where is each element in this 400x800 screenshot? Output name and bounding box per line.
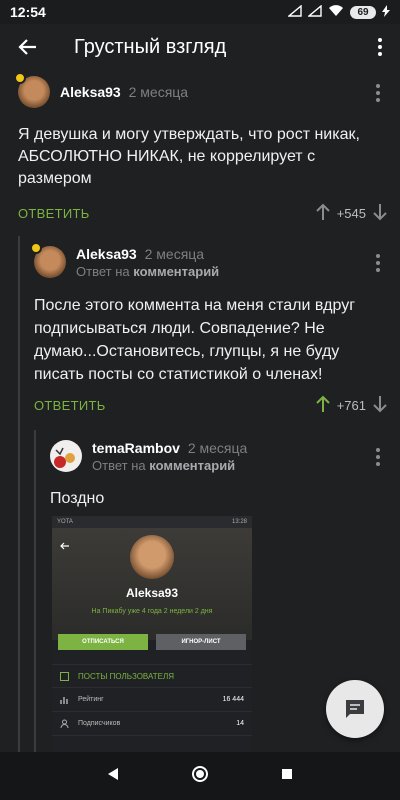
more-vert-icon	[370, 38, 390, 56]
comment-menu-button[interactable]	[368, 254, 388, 272]
image-rating-value: 16 444	[222, 696, 244, 703]
image-posts-icon	[60, 671, 70, 681]
more-menu-button[interactable]	[360, 38, 400, 56]
image-back-icon	[60, 538, 70, 556]
comment-image[interactable]: YOTA 13:28 Aleksa93 На Пикабу уже 4 года…	[52, 516, 252, 752]
reply-button[interactable]: ОТВЕТИТЬ	[18, 206, 90, 221]
avatar-illustration-icon	[54, 447, 75, 468]
arrow-left-icon	[18, 39, 36, 55]
arrow-up-icon	[315, 395, 330, 412]
image-rating-label: Рейтинг	[78, 696, 104, 703]
avatar[interactable]	[50, 440, 82, 472]
comment-author[interactable]: Aleksa93	[76, 246, 137, 262]
comment: Aleksa93 2 месяца Я девушка и могу утвер…	[14, 72, 388, 228]
comment-author[interactable]: temaRambov	[92, 440, 180, 456]
thread-line	[18, 236, 20, 752]
comment-author[interactable]: Aleksa93	[60, 84, 121, 100]
image-avatar	[130, 535, 174, 579]
image-posts-row: ПОСТЫ ПОЛЬЗОВАТЕЛЯ	[52, 664, 252, 688]
comment-header: Aleksa93 2 месяца Ответ на комментарий	[30, 242, 388, 282]
charging-icon	[382, 4, 390, 20]
comment-header: Aleksa93 2 месяца	[14, 72, 388, 112]
page-title: Грустный взгляд	[74, 35, 227, 58]
signal-icon	[287, 4, 302, 20]
upvote-button[interactable]	[315, 395, 331, 416]
nav-recents-button[interactable]	[280, 767, 294, 786]
triangle-back-icon	[107, 767, 118, 780]
comment-rating: +545	[336, 205, 366, 221]
comment: temaRambov 2 месяца Ответ на комментарий…	[50, 436, 388, 510]
image-since: На Пикабу уже 4 года 2 недели 2 дня	[91, 608, 213, 615]
avatar[interactable]	[14, 72, 50, 108]
comment-date: 2 месяца	[187, 439, 248, 456]
battery-indicator: 69	[350, 5, 376, 19]
image-rating-row: Рейтинг 16 444	[52, 688, 252, 712]
system-nav-bar	[0, 752, 400, 800]
arrow-up-icon	[315, 203, 330, 220]
badge-icon	[30, 242, 42, 254]
comment-menu-button[interactable]	[368, 84, 388, 102]
reply-target-link[interactable]: комментарий	[133, 264, 219, 279]
downvote-button[interactable]	[372, 395, 388, 416]
comment-rating: +761	[336, 397, 366, 413]
write-comment-button[interactable]	[326, 680, 384, 738]
image-posts-label: ПОСТЫ ПОЛЬЗОВАТЕЛЯ	[78, 671, 174, 681]
status-bar: 12:54 69	[0, 0, 400, 24]
square-recents-icon	[282, 768, 293, 779]
comment: Aleksa93 2 месяца Ответ на комментарий П…	[30, 242, 388, 420]
arrow-down-icon	[373, 395, 387, 412]
image-subs-row: Подписчиков 14	[52, 712, 252, 736]
nav-back-button[interactable]	[106, 767, 120, 786]
circle-home-icon	[191, 765, 208, 782]
downvote-button[interactable]	[372, 203, 388, 224]
comment-icon	[346, 700, 364, 718]
image-username: Aleksa93	[125, 586, 179, 600]
image-status-time: 13:28	[231, 519, 247, 525]
image-ignore-list: ИГНОР-ЛИСТ	[156, 634, 246, 650]
image-rating-icon	[60, 695, 70, 704]
signal-icon-2	[307, 4, 322, 20]
image-subs-icon	[60, 719, 70, 728]
reply-prefix: Ответ на	[76, 263, 130, 279]
nav-home-button[interactable]	[191, 765, 209, 788]
status-time: 12:54	[10, 4, 46, 20]
badge-icon	[14, 72, 26, 84]
image-status-left: YOTA	[57, 519, 73, 525]
comment-text: Я девушка и могу утверждать, что рост ни…	[18, 126, 360, 187]
back-button[interactable]	[0, 37, 56, 57]
comment-date: 2 месяца	[144, 245, 205, 262]
app-bar: Грустный взгляд	[0, 24, 400, 70]
image-unsubscribe: ОТПИСАТЬСЯ	[58, 634, 148, 650]
image-subs-value: 14	[236, 720, 244, 727]
upvote-button[interactable]	[315, 203, 331, 224]
arrow-down-icon	[373, 203, 387, 220]
comment-text: Поздно	[50, 490, 105, 507]
reply-prefix: Ответ на	[92, 457, 146, 473]
comment-text: После этого коммента на меня стали вдруг…	[34, 297, 356, 383]
comment-header: temaRambov 2 месяца Ответ на комментарий	[50, 436, 388, 476]
comments-feed[interactable]: Aleksa93 2 месяца Я девушка и могу утвер…	[0, 70, 400, 752]
reply-target-link[interactable]: комментарий	[149, 458, 235, 473]
avatar[interactable]	[30, 242, 66, 278]
comment-menu-button[interactable]	[368, 448, 388, 466]
image-subs-label: Подписчиков	[78, 720, 121, 727]
wifi-icon	[328, 4, 344, 20]
image-profile-header: Aleksa93 На Пикабу уже 4 года 2 недели 2…	[52, 528, 252, 640]
image-status-bar: YOTA 13:28	[52, 516, 252, 528]
reply-button[interactable]: ОТВЕТИТЬ	[34, 398, 106, 413]
thread-line	[34, 430, 36, 752]
comment-date: 2 месяца	[128, 84, 189, 100]
